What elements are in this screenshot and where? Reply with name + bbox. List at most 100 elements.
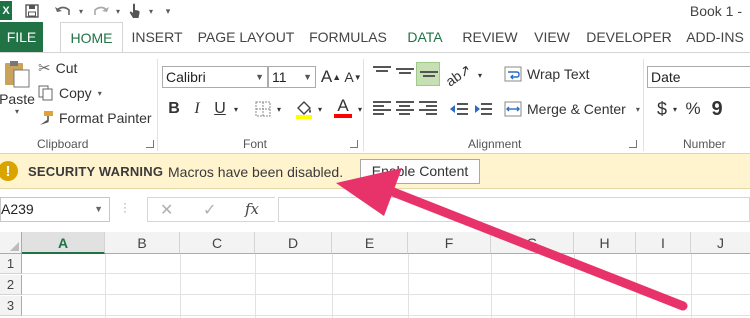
excel-logo-icon: X <box>0 1 12 20</box>
column-gridline <box>691 254 692 318</box>
center-button[interactable] <box>394 98 416 120</box>
font-name-value: Calibri <box>166 69 206 85</box>
decrease-indent-button[interactable] <box>448 98 470 120</box>
select-all-button[interactable] <box>0 232 22 254</box>
tab-data[interactable]: DATA <box>399 22 451 52</box>
tab-insert[interactable]: INSERT <box>127 22 187 52</box>
column-header-i[interactable]: I <box>636 232 691 254</box>
column-header-f[interactable]: F <box>408 232 491 254</box>
italic-button[interactable]: I <box>186 98 208 120</box>
bottom-align-icon <box>420 71 438 85</box>
copy-dropdown-icon[interactable]: ▾ <box>98 89 102 98</box>
font-color-button[interactable]: A <box>332 97 354 119</box>
touch-mode-icon[interactable] <box>126 2 144 20</box>
underline-button[interactable]: U <box>209 98 231 120</box>
tab-file[interactable]: FILE <box>0 22 43 52</box>
column-gridline <box>255 254 256 318</box>
increase-indent-button[interactable] <box>472 98 494 120</box>
bottom-align-button[interactable] <box>416 62 440 86</box>
font-name-combo[interactable]: Calibri ▼ <box>162 66 268 88</box>
column-gridline <box>491 254 492 318</box>
name-box-value: A239 <box>1 201 34 217</box>
touch-dropdown-icon[interactable]: ▾ <box>146 2 156 20</box>
clipboard-dialog-launcher-icon[interactable] <box>146 140 154 148</box>
tab-developer[interactable]: DEVELOPER <box>583 22 675 52</box>
grid-row[interactable] <box>22 275 750 295</box>
wrap-text-button[interactable]: Wrap Text <box>504 66 590 82</box>
borders-dropdown-icon[interactable]: ▾ <box>273 98 285 120</box>
name-box[interactable]: A239 ▼ <box>0 197 110 222</box>
currency-dropdown-icon[interactable]: ▾ <box>669 98 681 120</box>
tab-formulas[interactable]: FORMULAS <box>305 22 391 52</box>
row-header-1[interactable]: 1 <box>0 254 22 274</box>
paste-dropdown-icon[interactable]: ▾ <box>15 107 19 116</box>
column-header-h[interactable]: H <box>574 232 636 254</box>
merge-dropdown-icon[interactable]: ▾ <box>636 105 640 114</box>
row-header-3[interactable]: 3 <box>0 296 22 316</box>
align-right-icon <box>419 101 437 115</box>
column-gridline <box>408 254 409 318</box>
column-header-a[interactable]: A <box>22 232 105 254</box>
percent-button[interactable]: % <box>682 98 704 120</box>
alignment-dialog-launcher-icon[interactable] <box>629 140 637 148</box>
font-color-icon: A <box>337 96 349 115</box>
tab-home[interactable]: HOME <box>60 22 123 53</box>
column-header-g[interactable]: G <box>491 232 574 254</box>
column-header-b[interactable]: B <box>105 232 180 254</box>
undo-icon[interactable] <box>52 2 74 20</box>
font-size-combo[interactable]: 11 ▼ <box>268 66 316 88</box>
top-align-button[interactable] <box>371 64 393 86</box>
tab-review[interactable]: REVIEW <box>458 22 522 52</box>
column-gridline <box>636 254 637 318</box>
column-header-j[interactable]: J <box>691 232 750 254</box>
fill-color-button[interactable] <box>293 98 315 120</box>
paste-button[interactable]: Paste ▾ <box>0 59 35 125</box>
grid-row[interactable] <box>22 296 750 316</box>
align-right-button[interactable] <box>417 98 439 120</box>
row-header-2[interactable]: 2 <box>0 275 22 295</box>
align-left-button[interactable] <box>371 98 393 120</box>
tab-view[interactable]: VIEW <box>529 22 575 52</box>
redo-dropdown-icon[interactable]: ▾ <box>113 2 123 20</box>
font-color-dropdown-icon[interactable]: ▾ <box>354 98 366 120</box>
wrap-text-icon <box>504 66 522 82</box>
merge-center-button[interactable]: Merge & Center ▾ <box>504 101 640 117</box>
grow-font-button[interactable]: A ▲ <box>320 66 342 88</box>
formula-input[interactable] <box>278 197 750 222</box>
customize-qat-icon[interactable]: ▾ <box>162 2 174 20</box>
save-icon[interactable] <box>22 2 42 20</box>
cancel-icon[interactable]: ✕ <box>160 200 173 220</box>
orientation-button[interactable]: ab↗ <box>443 60 475 89</box>
number-format-combo[interactable]: Date <box>647 66 750 88</box>
grid-row[interactable] <box>22 254 750 274</box>
security-warning-bar: ! SECURITY WARNING Macros have been disa… <box>0 154 750 189</box>
middle-align-button[interactable] <box>394 64 416 86</box>
redo-icon[interactable] <box>90 2 112 20</box>
security-warning-title: SECURITY WARNING <box>28 164 164 179</box>
column-header-d[interactable]: D <box>255 232 332 254</box>
column-header-c[interactable]: C <box>180 232 255 254</box>
borders-button[interactable] <box>252 98 274 120</box>
enable-content-button[interactable]: Enable Content <box>360 159 480 184</box>
underline-dropdown-icon[interactable]: ▾ <box>230 98 242 120</box>
comma-style-button[interactable]: 9 <box>706 98 728 120</box>
tab-page-layout[interactable]: PAGE LAYOUT <box>194 22 298 52</box>
cut-button[interactable]: ✂ Cut <box>38 59 77 77</box>
orientation-dropdown-icon[interactable]: ▾ <box>474 64 486 86</box>
insert-function-icon[interactable]: fx <box>245 200 259 218</box>
bold-button[interactable]: B <box>163 98 185 120</box>
column-gridline <box>332 254 333 318</box>
fill-color-dropdown-icon[interactable]: ▾ <box>314 98 326 120</box>
shrink-font-button[interactable]: A ▼ <box>342 66 364 88</box>
enter-icon[interactable]: ✓ <box>203 200 216 220</box>
paste-label: Paste <box>0 91 35 107</box>
number-group-label: Number <box>683 137 726 151</box>
format-painter-button[interactable]: Format Painter <box>38 110 152 126</box>
scissors-icon: ✂ <box>38 60 51 77</box>
resize-handle-icon[interactable]: · · · <box>123 197 127 217</box>
copy-button[interactable]: Copy ▾ <box>38 85 102 101</box>
column-header-e[interactable]: E <box>332 232 408 254</box>
undo-dropdown-icon[interactable]: ▾ <box>76 2 86 20</box>
font-dialog-launcher-icon[interactable] <box>350 140 358 148</box>
tab-add-ins[interactable]: ADD-INS <box>680 22 750 52</box>
